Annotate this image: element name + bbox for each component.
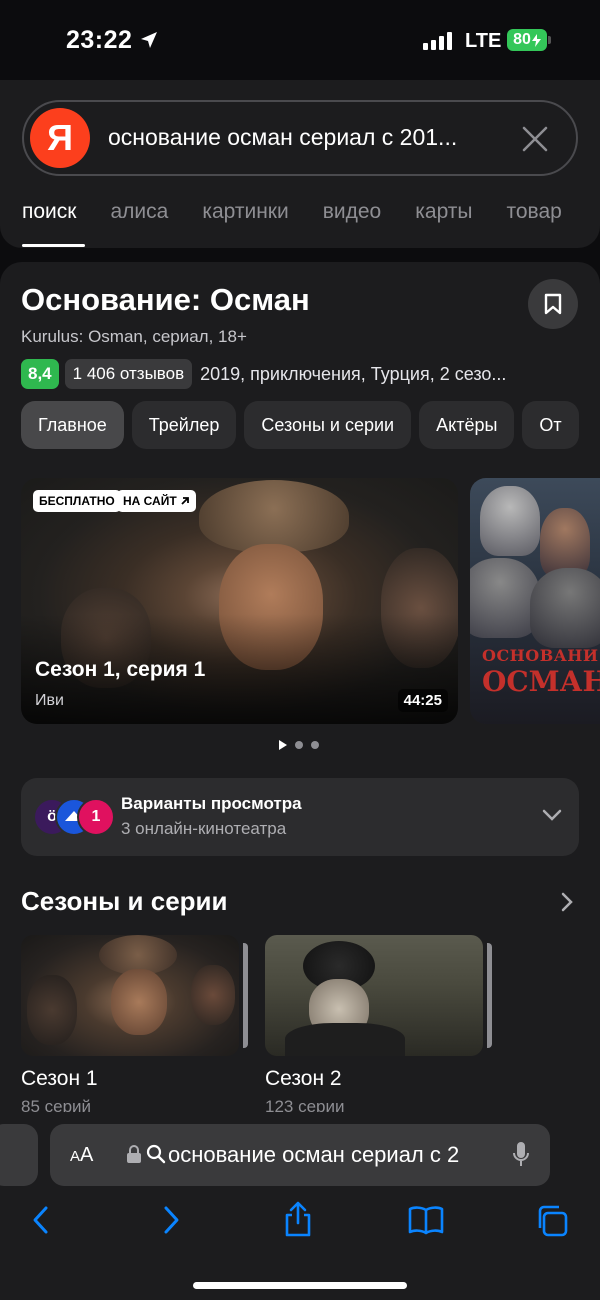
- thumb-body: [285, 1023, 405, 1056]
- battery-level: 80: [513, 31, 531, 48]
- active-tab-indicator: [22, 244, 85, 247]
- to-site-badge[interactable]: НА САЙТ: [117, 490, 196, 512]
- search-tabs: поиск алиса картинки видео карты товар: [22, 200, 562, 224]
- chip-seasons[interactable]: Сезоны и серии: [244, 401, 412, 449]
- tab-video[interactable]: видео: [323, 200, 382, 224]
- bookmark-button[interactable]: [528, 279, 578, 329]
- poster-title: ОСНОВАНИ ОСМАН: [482, 646, 600, 698]
- season-name: Сезон 1: [21, 1067, 98, 1090]
- rating-badge: 8,4: [21, 359, 59, 389]
- search-icon: [146, 1144, 166, 1164]
- episode-title: Сезон 1, серия 1: [35, 658, 206, 681]
- play-indicator-icon: [279, 740, 287, 750]
- season-card-2[interactable]: Сезон 2 123 серии: [265, 935, 492, 1112]
- bookmark-icon: [544, 293, 562, 315]
- season-episode-count: 123 серии: [265, 1097, 345, 1112]
- tab-images[interactable]: картинки: [202, 200, 288, 224]
- poster-card[interactable]: ОСНОВАНИ ОСМАН: [470, 478, 600, 724]
- carousel-indicator: [279, 740, 319, 750]
- network-type: LTE: [465, 30, 502, 52]
- poster-title-line2: ОСМАН: [482, 665, 600, 698]
- battery-icon: 80: [507, 29, 547, 51]
- thumb-figure: [191, 965, 235, 1025]
- poster-title-line1: ОСНОВАНИ: [482, 646, 599, 665]
- viewing-options[interactable]: ö 1 Варианты просмотра 3 онлайн-кинотеат…: [21, 778, 579, 856]
- search-query[interactable]: основание осман сериал с 201...: [108, 124, 457, 151]
- to-site-badge-label: НА САЙТ: [123, 494, 177, 508]
- external-arrow-icon: [181, 497, 189, 505]
- tab-maps[interactable]: карты: [415, 200, 472, 224]
- seasons-heading[interactable]: Сезоны и серии: [21, 886, 228, 917]
- chevron-down-icon[interactable]: [541, 808, 563, 822]
- season-thumbnail: [265, 935, 483, 1056]
- chip-actors[interactable]: Актёры: [419, 401, 515, 449]
- yandex-logo-letter: Я: [47, 117, 73, 158]
- microphone-icon[interactable]: [512, 1141, 530, 1169]
- location-arrow-icon: [141, 32, 157, 48]
- address-bar[interactable]: AA основание осман сериал с 2: [50, 1124, 550, 1186]
- aa-small: A: [70, 1148, 81, 1165]
- battery-cap: [548, 36, 551, 44]
- film-info: 2019, приключения, Турция, 2 сезо...: [200, 363, 507, 384]
- carousel-dot: [295, 741, 303, 749]
- share-icon[interactable]: [283, 1200, 313, 1238]
- thumb-face: [111, 969, 167, 1035]
- tabs-icon[interactable]: [535, 1204, 569, 1238]
- chip-trailer[interactable]: Трейлер: [131, 401, 237, 449]
- bookmarks-icon[interactable]: [407, 1204, 445, 1236]
- reviews-badge[interactable]: 1 406 отзывов: [64, 359, 193, 389]
- stack-edge: [487, 943, 492, 1048]
- ivi-logo: 1: [77, 798, 115, 836]
- tab-alice[interactable]: алиса: [110, 200, 168, 224]
- video-frame-hat: [199, 480, 349, 552]
- search-input[interactable]: Я основание осман сериал с 201...: [22, 100, 578, 176]
- clear-icon[interactable]: [522, 126, 548, 152]
- reader-settings-button[interactable]: AA: [70, 1144, 93, 1167]
- lock-icon: [127, 1145, 141, 1163]
- season-thumbnail: [21, 935, 239, 1056]
- chip-reviews[interactable]: От: [522, 401, 579, 449]
- options-title: Варианты просмотра: [121, 794, 302, 813]
- season-episode-count: 85 серий: [21, 1097, 92, 1112]
- season-name: Сезон 2: [265, 1067, 342, 1090]
- stack-edge: [243, 943, 248, 1048]
- season-card-1[interactable]: Сезон 1 85 серий: [21, 935, 248, 1112]
- status-time: 23:22: [66, 26, 133, 54]
- video-duration: 44:25: [397, 689, 448, 712]
- yandex-logo[interactable]: Я: [30, 108, 90, 168]
- carousel-dot: [311, 741, 319, 749]
- tab-search[interactable]: поиск: [22, 200, 76, 224]
- home-indicator[interactable]: [193, 1282, 407, 1289]
- video-player-card[interactable]: БЕСПЛАТНО НА САЙТ Сезон 1, серия 1 Иви 4…: [21, 478, 458, 724]
- tab-products[interactable]: товар: [507, 200, 562, 224]
- browser-toolbar: AA основание осман сериал с 2: [0, 1112, 600, 1300]
- aa-big: A: [80, 1144, 94, 1166]
- film-card: Основание: Осман Kurulus: Osman, сериал,…: [0, 262, 600, 1112]
- section-chips: Главное Трейлер Сезоны и серии Актёры От: [21, 401, 579, 449]
- search-header: Я основание осман сериал с 201... поиск …: [0, 80, 600, 248]
- free-badge-label: БЕСПЛАТНО: [39, 494, 115, 508]
- address-text[interactable]: основание осман сериал с 2: [168, 1142, 490, 1168]
- forward-icon[interactable]: [160, 1204, 182, 1236]
- film-meta: 8,4 1 406 отзывов 2019, приключения, Тур…: [21, 359, 506, 389]
- video-provider: Иви: [35, 692, 64, 709]
- back-icon[interactable]: [30, 1204, 52, 1236]
- poster-figure: [480, 486, 540, 556]
- film-title: Основание: Осман: [21, 282, 310, 317]
- chevron-right-icon[interactable]: [560, 891, 574, 913]
- signal-icon: [423, 30, 452, 50]
- logo-letter: 1: [91, 808, 101, 825]
- chip-main[interactable]: Главное: [21, 401, 124, 449]
- options-subtitle: 3 онлайн-кинотеатра: [121, 819, 287, 838]
- previous-tab-preview[interactable]: [0, 1124, 38, 1186]
- status-bar: 23:22 LTE 80: [0, 0, 600, 80]
- free-badge: БЕСПЛАТНО: [33, 490, 121, 512]
- poster-figure: [530, 568, 600, 648]
- thumb-figure: [27, 975, 77, 1045]
- film-subtitle: Kurulus: Osman, сериал, 18+: [21, 327, 247, 346]
